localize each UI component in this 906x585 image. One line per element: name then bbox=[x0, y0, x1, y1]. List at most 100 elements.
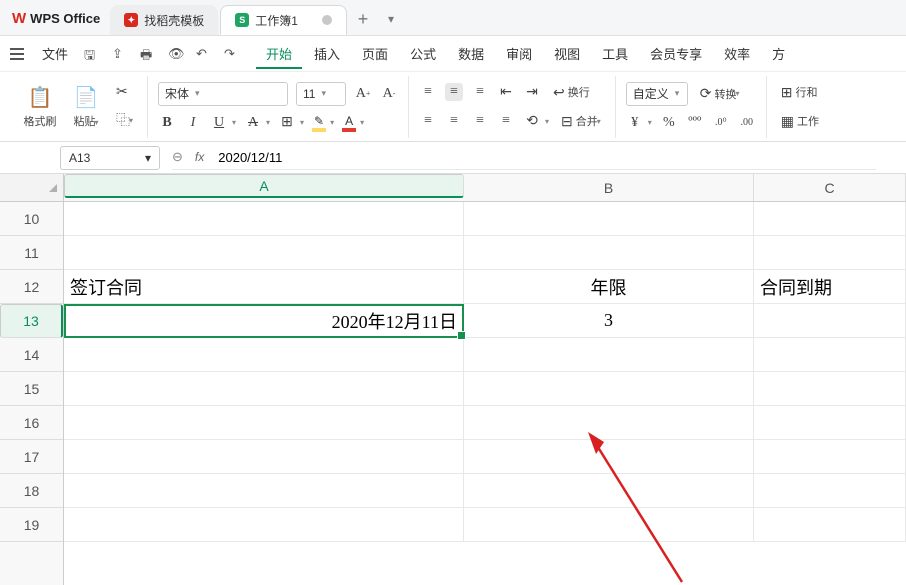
menu-efficiency[interactable]: 效率 bbox=[714, 38, 760, 69]
menu-more[interactable]: 方 bbox=[762, 38, 795, 69]
align-bottom-button[interactable]: ≡ bbox=[471, 83, 489, 101]
orientation-button[interactable]: ⟲ bbox=[523, 112, 541, 130]
merge-button[interactable]: ⊟合并▾ bbox=[557, 111, 605, 132]
font-size-select[interactable]: 11▾ bbox=[296, 82, 346, 106]
cell[interactable] bbox=[64, 202, 464, 235]
new-tab-button[interactable]: + bbox=[349, 5, 377, 33]
menu-data[interactable]: 数据 bbox=[448, 38, 494, 69]
number-format-select[interactable]: 自定义▾ bbox=[626, 82, 688, 106]
row-header[interactable]: 16 bbox=[0, 406, 63, 440]
cell[interactable]: 合同到期 bbox=[754, 270, 906, 303]
row-header[interactable]: 12 bbox=[0, 270, 63, 304]
cell[interactable] bbox=[754, 236, 906, 269]
export-icon[interactable]: ⇪ bbox=[112, 46, 128, 62]
tab-workbook[interactable]: S 工作簿1 bbox=[220, 5, 347, 35]
col-header-C[interactable]: C bbox=[754, 174, 906, 201]
tab-menu-button[interactable]: ▾ bbox=[377, 5, 405, 33]
cell[interactable] bbox=[754, 440, 906, 473]
border-button[interactable]: ⊞ bbox=[278, 114, 296, 132]
cell[interactable] bbox=[464, 236, 754, 269]
formula-input[interactable] bbox=[216, 149, 876, 166]
cell[interactable] bbox=[464, 372, 754, 405]
cell[interactable] bbox=[464, 406, 754, 439]
copy-button[interactable]: ⿻▾ bbox=[112, 108, 137, 132]
fx-icon[interactable]: fx bbox=[195, 150, 204, 164]
format-painter-button[interactable]: 📋 格式刷 bbox=[20, 85, 60, 129]
menu-tools[interactable]: 工具 bbox=[592, 38, 638, 69]
cell[interactable] bbox=[64, 406, 464, 439]
tab-template[interactable]: ✦ 找稻壳模板 bbox=[110, 5, 218, 35]
worksheet-button[interactable]: ▦工作 bbox=[777, 111, 823, 132]
menu-review[interactable]: 审阅 bbox=[496, 38, 542, 69]
cell[interactable] bbox=[464, 508, 754, 541]
align-center-button[interactable]: ≡ bbox=[445, 112, 463, 130]
align-right-button[interactable]: ≡ bbox=[471, 112, 489, 130]
cell[interactable] bbox=[64, 372, 464, 405]
indent-left-button[interactable]: ⇤ bbox=[497, 83, 515, 101]
cell[interactable] bbox=[754, 372, 906, 405]
cell[interactable]: 年限 bbox=[464, 270, 754, 303]
cell[interactable] bbox=[64, 338, 464, 371]
decrease-decimal-button[interactable]: .0⁰ bbox=[712, 114, 730, 132]
increase-decimal-button[interactable]: .00 bbox=[738, 114, 756, 132]
font-color-button[interactable]: A bbox=[342, 114, 356, 132]
shrink-font-button[interactable]: A- bbox=[380, 85, 398, 103]
row-header[interactable]: 11 bbox=[0, 236, 63, 270]
indent-right-button[interactable]: ⇥ bbox=[523, 83, 541, 101]
cell[interactable] bbox=[64, 508, 464, 541]
align-middle-button[interactable]: ≡ bbox=[445, 83, 463, 101]
menu-formula[interactable]: 公式 bbox=[400, 38, 446, 69]
bold-button[interactable]: B bbox=[158, 114, 176, 132]
cell[interactable] bbox=[464, 440, 754, 473]
menu-view[interactable]: 视图 bbox=[544, 38, 590, 69]
preview-icon[interactable]: 👁 bbox=[168, 46, 184, 62]
select-all-corner[interactable] bbox=[0, 174, 64, 202]
menu-insert[interactable]: 插入 bbox=[304, 38, 350, 69]
currency-button[interactable]: ¥ bbox=[626, 114, 644, 132]
percent-button[interactable]: % bbox=[660, 114, 678, 132]
italic-button[interactable]: I bbox=[184, 114, 202, 132]
cells-area[interactable]: 签订合同 年限 合同到期 2020年12月11日 3 bbox=[64, 202, 906, 585]
cell[interactable] bbox=[64, 236, 464, 269]
menu-start[interactable]: 开始 bbox=[256, 38, 302, 69]
cell[interactable]: 3 bbox=[464, 304, 754, 337]
grow-font-button[interactable]: A+ bbox=[354, 85, 372, 103]
row-header[interactable]: 14 bbox=[0, 338, 63, 372]
fill-color-button[interactable]: ✎ bbox=[312, 114, 326, 132]
cell[interactable] bbox=[754, 406, 906, 439]
undo-icon[interactable]: ↶ bbox=[196, 46, 212, 62]
cell[interactable] bbox=[464, 474, 754, 507]
align-left-button[interactable]: ≡ bbox=[419, 112, 437, 130]
row-header[interactable]: 15 bbox=[0, 372, 63, 406]
font-name-select[interactable]: 宋体▾ bbox=[158, 82, 288, 106]
paste-button[interactable]: 📄 粘贴 ▾ bbox=[66, 85, 106, 129]
cell[interactable]: 签订合同 bbox=[64, 270, 464, 303]
wrap-button[interactable]: ↩换行 bbox=[549, 82, 594, 103]
cell[interactable] bbox=[754, 474, 906, 507]
cell[interactable] bbox=[464, 202, 754, 235]
row-header[interactable]: 19 bbox=[0, 508, 63, 542]
col-header-A[interactable]: A bbox=[64, 174, 464, 198]
rowcol-button[interactable]: ⊞行和 bbox=[777, 82, 823, 103]
col-header-B[interactable]: B bbox=[464, 174, 754, 201]
comma-button[interactable]: ººº bbox=[686, 114, 704, 132]
cell[interactable] bbox=[754, 508, 906, 541]
row-header[interactable]: 18 bbox=[0, 474, 63, 508]
hamburger-icon[interactable] bbox=[10, 48, 24, 60]
save-icon[interactable]: 🖫 bbox=[84, 46, 100, 62]
cell[interactable] bbox=[464, 338, 754, 371]
row-header[interactable]: 17 bbox=[0, 440, 63, 474]
row-header[interactable]: 10 bbox=[0, 202, 63, 236]
underline-button[interactable]: U bbox=[210, 114, 228, 132]
cell[interactable] bbox=[754, 338, 906, 371]
name-box[interactable]: A13 ▾ bbox=[60, 146, 160, 170]
cancel-formula-icon[interactable]: ⊖ bbox=[172, 149, 183, 165]
cell[interactable] bbox=[754, 304, 906, 337]
file-menu[interactable]: 文件 bbox=[32, 38, 78, 69]
cut-button[interactable]: ✂ bbox=[112, 81, 137, 102]
row-header[interactable]: 13 bbox=[0, 304, 63, 338]
cell[interactable] bbox=[754, 202, 906, 235]
align-top-button[interactable]: ≡ bbox=[419, 83, 437, 101]
tab-close-icon[interactable] bbox=[322, 15, 332, 25]
strike-button[interactable]: A bbox=[244, 114, 262, 132]
